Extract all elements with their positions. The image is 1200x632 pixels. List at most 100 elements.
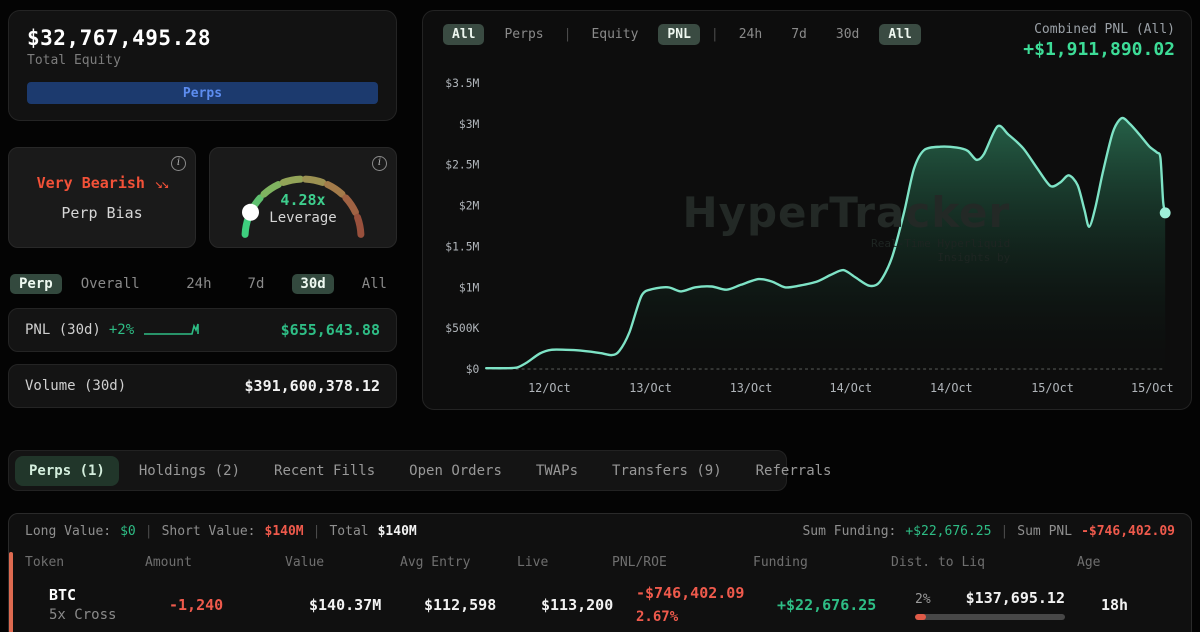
total-value: $140M — [377, 524, 417, 539]
pnl-30d-change: +2% — [108, 322, 135, 338]
scope-tab-overall[interactable]: Overall — [72, 274, 149, 294]
perp-bias-card: i Very Bearish ↘↘ Perp Bias — [8, 147, 196, 248]
divider: | — [1000, 524, 1009, 539]
positions-table: Token Amount Value Avg Entry Live PNL/RO… — [25, 549, 1175, 628]
perps-button[interactable]: Perps — [27, 82, 378, 104]
leverage-label: Leverage — [269, 209, 337, 226]
chart-range-tab-24h[interactable]: 24h — [730, 24, 771, 45]
tab-perps[interactable]: Perps (1) — [15, 455, 119, 486]
token-leverage-mode: 5x Cross — [49, 607, 117, 624]
dashboard: $32,767,495.28 Total Equity Perps i Very… — [0, 0, 1200, 632]
range-tab-30d[interactable]: 30d — [292, 274, 334, 294]
col-dist-to-liq: Dist. to Liq — [891, 555, 985, 570]
liq-price: $137,695.12 — [965, 589, 1065, 608]
liquidation-risk-bar — [9, 552, 13, 632]
combined-pnl-label: Combined PNL (All) — [1034, 22, 1175, 37]
roe-value: 2.67% — [636, 608, 679, 625]
chart-range-tab-all[interactable]: All — [879, 24, 921, 45]
svg-text:$3M: $3M — [459, 117, 480, 131]
total-value-label: Total — [329, 524, 369, 539]
divider: | — [563, 27, 572, 42]
long-value: $0 — [120, 524, 136, 539]
chart-metric-tab-equity[interactable]: Equity — [582, 24, 647, 45]
svg-text:13/Oct: 13/Oct — [730, 381, 773, 395]
short-value-label: Short Value: — [161, 524, 256, 539]
sum-pnl-label: Sum PNL — [1017, 524, 1073, 539]
svg-text:$3.5M: $3.5M — [445, 76, 479, 90]
pnl-value: -$746,402.09 — [636, 584, 745, 602]
avg-entry-cell: $112,598 — [424, 595, 497, 614]
positions-table-header: Token Amount Value Avg Entry Live PNL/RO… — [25, 549, 1175, 580]
value-cell: $140.37M — [309, 595, 382, 614]
pnl-30d-label: PNL (30d) — [25, 322, 101, 338]
pnl-30d-card: PNL (30d) +2% $655,643.88 — [8, 308, 397, 352]
pnl-roe-cell: -$746,402.09 2.67% — [636, 582, 777, 628]
combined-pnl-value: +$1,911,890.02 — [1023, 39, 1175, 60]
volume-30d-label: Volume (30d) — [25, 378, 127, 394]
live-price-cell: $113,200 — [541, 595, 614, 614]
svg-text:15/Oct: 15/Oct — [1031, 381, 1074, 395]
svg-text:12/Oct: 12/Oct — [528, 381, 571, 395]
range-tab-all[interactable]: All — [354, 274, 395, 294]
col-live: Live — [517, 555, 549, 570]
svg-text:14/Oct: 14/Oct — [930, 381, 973, 395]
svg-text:15/Oct: 15/Oct — [1131, 381, 1174, 395]
col-pnl-roe: PNL/ROE — [612, 555, 667, 570]
sum-pnl-value: -$746,402.09 — [1081, 524, 1175, 539]
col-funding: Funding — [753, 555, 808, 570]
tab-twaps[interactable]: TWAPs — [522, 456, 592, 486]
range-tab-7d[interactable]: 7d — [240, 274, 273, 294]
leverage-gauge-text: 4.28x Leverage — [221, 191, 385, 226]
chart-scope-tab-all[interactable]: All — [443, 24, 485, 45]
age-cell: 18h — [1101, 595, 1129, 614]
chart-range-tab-7d[interactable]: 7d — [782, 24, 816, 45]
chart-metric-tab-pnl[interactable]: PNL — [658, 24, 700, 45]
dist-to-liq-cell: 2% $137,695.12 — [915, 589, 1065, 621]
range-tab-24h[interactable]: 24h — [178, 274, 219, 294]
chart-range-tab-30d[interactable]: 30d — [827, 24, 868, 45]
pnl-sparkline — [144, 323, 199, 335]
col-token: Token — [25, 555, 65, 570]
short-value: $140M — [264, 524, 304, 539]
svg-text:$500K: $500K — [445, 321, 479, 335]
tab-holdings[interactable]: Holdings (2) — [125, 456, 254, 486]
perp-bias-label: Perp Bias — [61, 204, 143, 222]
tab-transfers[interactable]: Transfers (9) — [598, 456, 736, 486]
tab-referrals[interactable]: Referrals — [742, 456, 846, 486]
table-row[interactable]: BTC 5x Cross -1,240 $140.37M $112,598 $1… — [25, 580, 1175, 628]
col-amount: Amount — [145, 555, 192, 570]
scope-tab-perp[interactable]: Perp — [10, 274, 62, 294]
total-equity-label: Total Equity — [27, 53, 121, 68]
combined-pnl-block: Combined PNL (All) +$1,911,890.02 — [1023, 22, 1175, 60]
pnl-chart-panel: All Perps | Equity PNL | 24h 7d 30d All … — [422, 10, 1192, 410]
bottom-tabbar: Perps (1) Holdings (2) Recent Fills Open… — [8, 450, 831, 491]
sum-funding-label: Sum Funding: — [802, 524, 897, 539]
chart-scope-tab-perps[interactable]: Perps — [495, 24, 552, 45]
tab-open-orders[interactable]: Open Orders — [395, 456, 516, 486]
positions-panel: Long Value: $0 | Short Value: $140M | To… — [8, 513, 1192, 632]
divider: | — [144, 524, 153, 539]
perp-bias-value: Very Bearish — [36, 174, 145, 192]
sum-funding-value: +$22,676.25 — [905, 524, 992, 539]
token-cell: BTC 5x Cross — [49, 586, 169, 623]
leverage-value: 4.28x — [280, 190, 326, 209]
dist-percent: 2% — [915, 592, 931, 608]
leverage-card: i 4.28x Leverage — [209, 147, 397, 248]
total-equity-value: $32,767,495.28 — [27, 26, 212, 50]
pnl-chart[interactable]: HyperTracker Real-Time Hyperliquid Insig… — [437, 67, 1177, 403]
long-value-label: Long Value: — [25, 524, 112, 539]
tab-recent-fills[interactable]: Recent Fills — [260, 456, 389, 486]
volume-30d-value: $391,600,378.12 — [244, 377, 380, 395]
svg-text:14/Oct: 14/Oct — [829, 381, 872, 395]
volume-30d-card: Volume (30d) $391,600,378.12 — [8, 364, 397, 408]
info-icon[interactable]: i — [171, 156, 186, 171]
down-trend-arrows-icon: ↘↘ — [154, 176, 170, 192]
token-symbol: BTC — [49, 586, 77, 605]
perp-bias-value-line: Very Bearish ↘↘ — [36, 173, 170, 192]
dist-progress-bar — [915, 614, 1065, 621]
svg-text:$0: $0 — [466, 362, 480, 376]
pnl-area-chart: $0 $500K $1M $1.5M $2M $2.5M $3M $3.5M 12/Oct 13/… — [445, 76, 1174, 395]
divider: | — [710, 27, 719, 42]
total-equity-card: $32,767,495.28 Total Equity Perps — [8, 10, 397, 121]
dist-progress-fill — [915, 614, 926, 621]
